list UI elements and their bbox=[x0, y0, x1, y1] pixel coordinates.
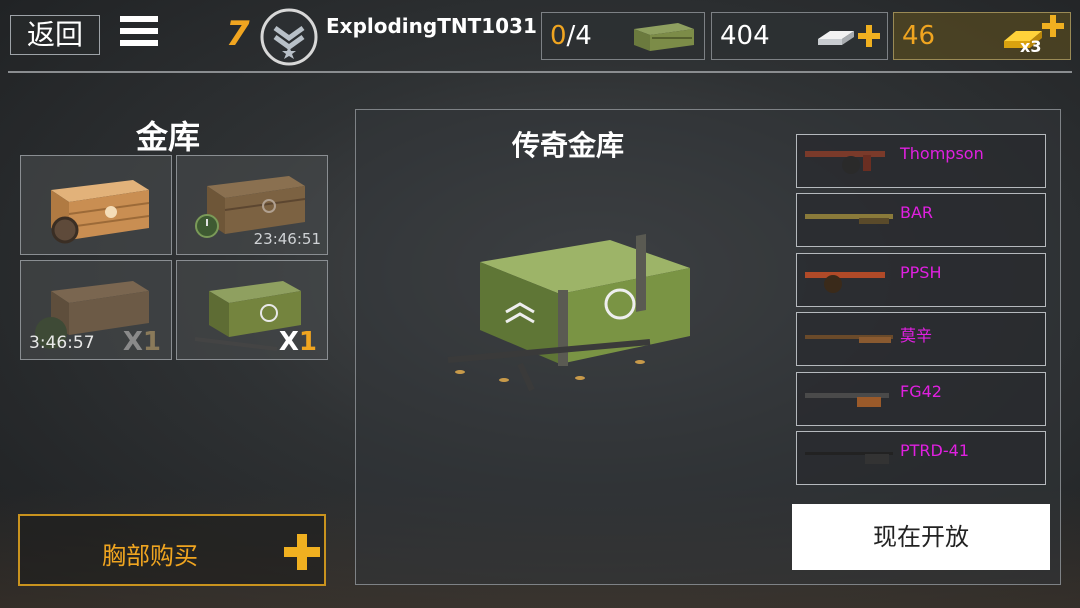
buy-chest-label: 胸部购买 bbox=[102, 542, 198, 570]
gold-amount: 46 bbox=[902, 21, 936, 51]
weapon-row[interactable]: FG42 bbox=[796, 372, 1046, 426]
silver-amount: 404 bbox=[720, 21, 770, 51]
weapon-name: PTRD-41 bbox=[900, 441, 969, 460]
weapon-name: FG42 bbox=[900, 382, 942, 401]
ammo-crate-icon bbox=[634, 23, 694, 51]
gold-counter[interactable]: 46 x3 bbox=[893, 12, 1071, 60]
crate-count: 0/4 bbox=[550, 21, 592, 51]
gold-multiplier: x3 bbox=[1020, 37, 1042, 56]
weapon-name: Thompson bbox=[900, 144, 984, 163]
silver-counter[interactable]: 404 bbox=[711, 12, 888, 60]
back-button[interactable]: 返回 bbox=[10, 15, 100, 55]
weapon-row[interactable]: PTRD-41 bbox=[796, 431, 1046, 485]
slot-timer: 3:46:57 bbox=[29, 333, 95, 353]
crate-slot[interactable]: 23:46:51 bbox=[176, 155, 328, 255]
fg42-icon bbox=[805, 393, 889, 407]
mosin-rifle-icon bbox=[805, 335, 893, 343]
weapon-row[interactable]: PPSH bbox=[796, 253, 1046, 307]
player-name: ExplodingTNT1031 bbox=[326, 14, 537, 38]
crate-slot[interactable] bbox=[20, 155, 172, 255]
vault-title: 金库 bbox=[136, 118, 201, 156]
menu-icon[interactable] bbox=[120, 16, 158, 52]
thompson-icon bbox=[805, 151, 885, 174]
chest-title: 传奇金库 bbox=[512, 129, 625, 162]
weapon-row[interactable]: 莫辛 bbox=[796, 312, 1046, 366]
weapon-name: 莫辛 bbox=[900, 326, 933, 345]
plus-icon[interactable] bbox=[1042, 15, 1064, 37]
weapon-name: PPSH bbox=[900, 263, 942, 282]
bar-rifle-icon bbox=[805, 214, 893, 224]
ppsh-icon bbox=[805, 272, 885, 293]
plus-icon bbox=[284, 534, 320, 570]
weapon-name: BAR bbox=[900, 203, 934, 222]
crate-counter[interactable]: 0/4 bbox=[541, 12, 705, 60]
weapon-row[interactable]: Thompson bbox=[796, 134, 1046, 188]
rank-chevron-icon bbox=[260, 8, 318, 66]
crate-slot[interactable]: 3:46:57 X1 bbox=[20, 260, 172, 360]
player-level: 7 bbox=[226, 14, 250, 54]
open-now-button[interactable]: 现在开放 bbox=[792, 504, 1050, 570]
wooden-crate-icon bbox=[51, 180, 150, 244]
crate-slot[interactable]: X1 bbox=[176, 260, 328, 360]
weapon-list[interactable]: Thompson BAR PPSH 莫辛 FG42 PTRD-41 bbox=[796, 134, 1046, 490]
slot-count: X1 bbox=[278, 327, 317, 357]
ptrd-rifle-icon bbox=[805, 452, 893, 464]
silver-bar-icon bbox=[818, 31, 854, 45]
plus-icon[interactable] bbox=[858, 25, 880, 47]
buy-chest-button[interactable]: 胸部购买 bbox=[18, 514, 326, 586]
weapon-row[interactable]: BAR bbox=[796, 193, 1046, 247]
slot-count: X1 bbox=[122, 327, 161, 357]
legendary-crate-icon bbox=[447, 233, 690, 392]
slot-timer: 23:46:51 bbox=[253, 230, 321, 248]
header-divider bbox=[8, 71, 1072, 73]
